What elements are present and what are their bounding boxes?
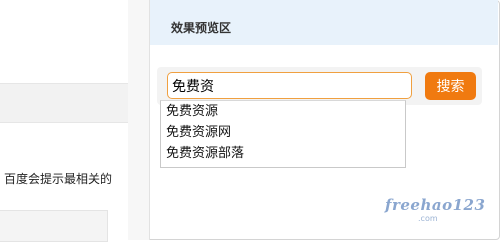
suggestion-item[interactable]: 免费资源部落 (161, 143, 405, 164)
search-input[interactable] (167, 72, 412, 99)
left-bottom-box (0, 210, 108, 242)
suggestion-dropdown: 免费资源 免费资源网 免费资源部落 (160, 100, 406, 168)
preview-header: 效果预览区 (150, 0, 498, 45)
watermark-domain: .com (418, 214, 438, 223)
suggestion-item[interactable]: 免费资源网 (161, 122, 405, 143)
preview-title: 效果预览区 (171, 21, 232, 35)
left-description-text: 百度会提示最相关的 (4, 172, 113, 186)
watermark-logo: freehao123 (385, 196, 486, 214)
search-button[interactable]: 搜索 (425, 72, 476, 100)
suggestion-item[interactable]: 免费资源 (161, 101, 405, 122)
left-gray-band (0, 83, 128, 123)
left-side-strip (128, 0, 149, 240)
left-content-panel: 百度会提示最相关的 (0, 0, 150, 242)
